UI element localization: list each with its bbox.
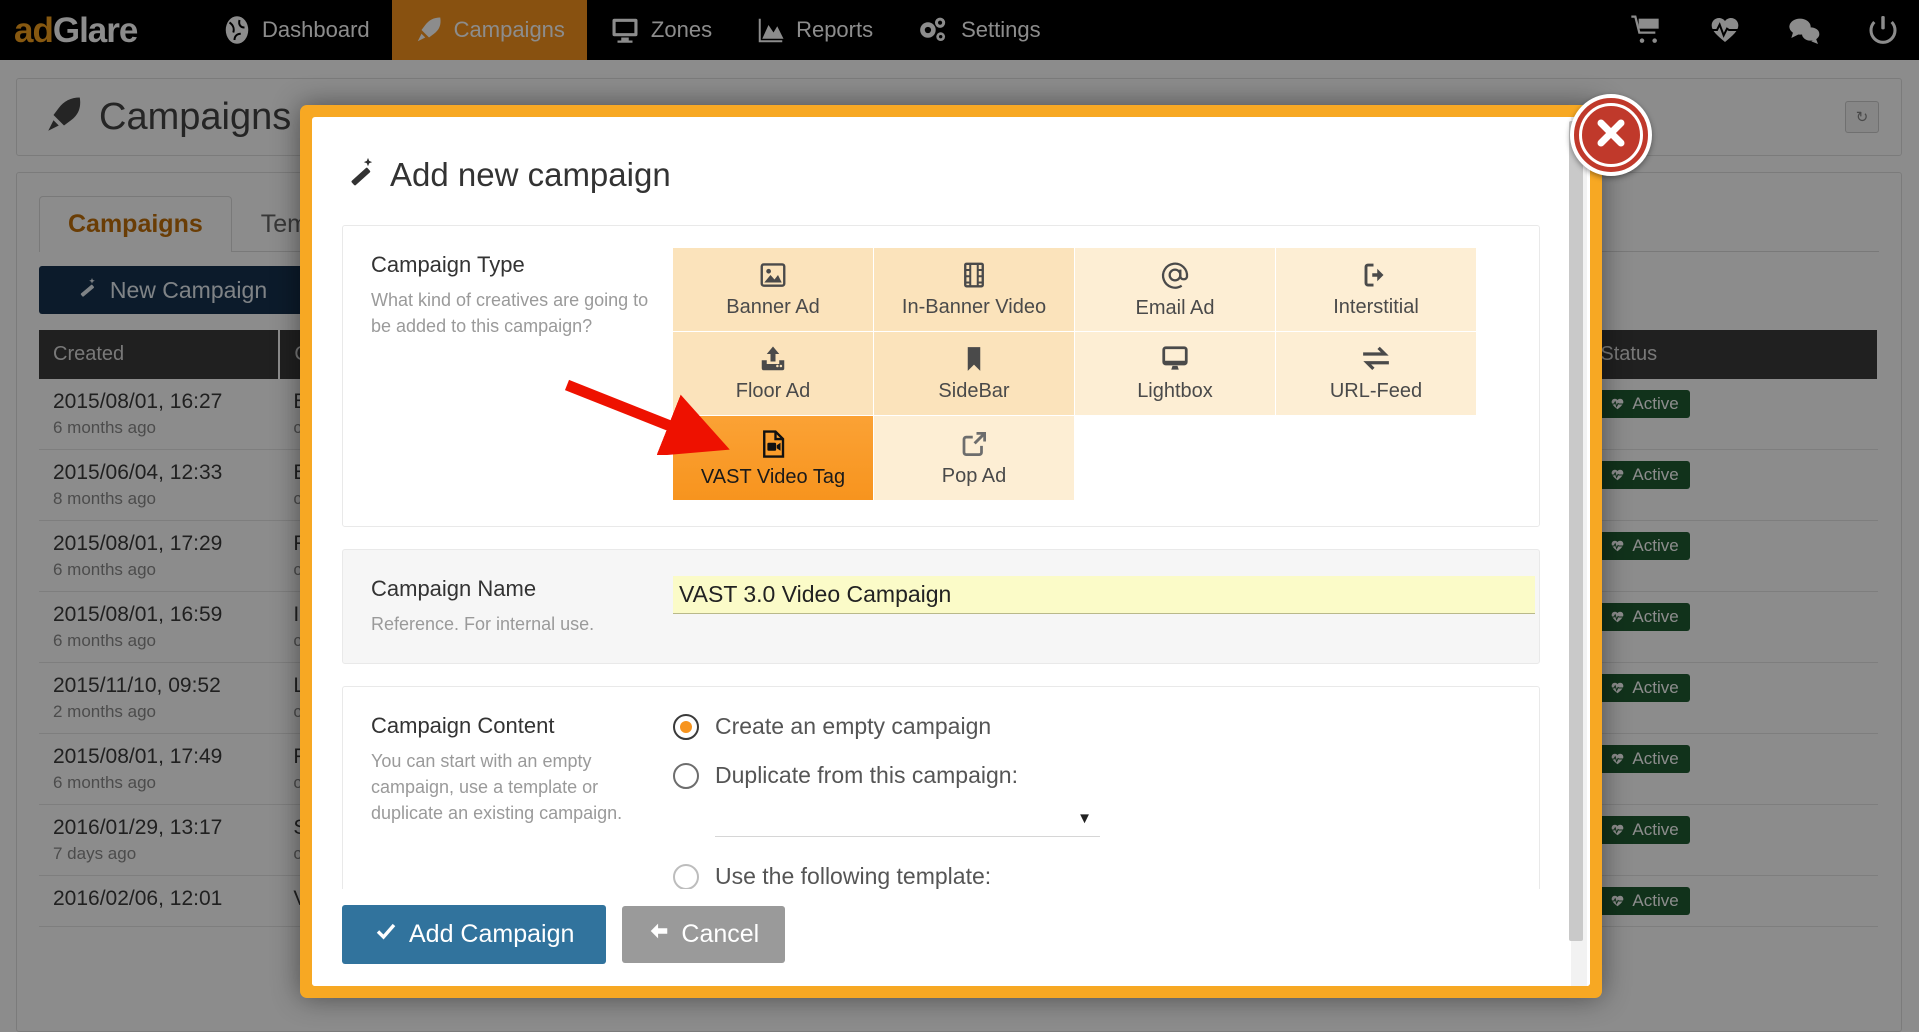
radio-create-empty[interactable]: Create an empty campaign [673, 713, 1511, 740]
film-icon [959, 260, 989, 290]
cancel-button[interactable]: Cancel [622, 906, 786, 963]
magic-wand-icon [346, 155, 378, 195]
radio-create-empty-label: Create an empty campaign [715, 713, 992, 740]
add-campaign-label: Add Campaign [409, 920, 575, 948]
campaign-type-option-label: SideBar [938, 380, 1010, 402]
close-modal-button[interactable] [1570, 94, 1652, 176]
duplicate-campaign-select[interactable]: ▼ [715, 799, 1100, 838]
arrow-left-icon [648, 920, 670, 949]
campaign-type-option-label: Floor Ad [735, 380, 811, 402]
add-campaign-button[interactable]: Add Campaign [342, 905, 607, 964]
modal-scrollbar-thumb[interactable] [1569, 121, 1583, 941]
campaign-type-option-label: Lightbox [1137, 380, 1213, 402]
picture-icon [758, 260, 788, 290]
close-button-ring [1579, 103, 1643, 167]
at-sign-icon [1159, 259, 1191, 291]
campaign-type-fieldset: Campaign Type What kind of creatives are… [342, 225, 1540, 527]
radio-duplicate-label: Duplicate from this campaign: [715, 762, 1018, 789]
check-icon [374, 919, 398, 950]
campaign-type-option-vast-video-tag[interactable]: VAST Video Tag [673, 416, 874, 500]
chevron-down-icon: ▼ [1077, 810, 1092, 828]
campaign-content-label: Campaign Content [371, 713, 555, 739]
radio-create-empty-input[interactable] [673, 713, 699, 740]
modal-footer: Add Campaign Cancel [312, 889, 1590, 986]
campaign-type-label-block: Campaign Type What kind of creatives are… [343, 252, 673, 500]
exchange-icon [1360, 344, 1392, 374]
file-video-icon [758, 428, 788, 460]
modal-title: Add new campaign [346, 155, 1540, 195]
campaign-type-option-email-ad[interactable]: Email Ad [1075, 248, 1276, 332]
upload-icon [758, 344, 788, 374]
campaign-name-input[interactable] [673, 576, 1535, 614]
campaign-name-label: Campaign Name [371, 576, 537, 601]
campaign-type-option-label: VAST Video Tag [700, 465, 846, 488]
campaign-type-option-floor-ad[interactable]: Floor Ad [673, 332, 874, 416]
cancel-label: Cancel [681, 920, 760, 948]
desktop-icon [1159, 344, 1191, 374]
radio-duplicate-input[interactable] [673, 762, 699, 789]
campaign-type-option-pop-ad[interactable]: Pop Ad [874, 416, 1075, 500]
campaign-type-option-label: Banner Ad [726, 296, 820, 318]
campaign-type-option-label: Interstitial [1333, 296, 1419, 318]
modal-title-text: Add new campaign [390, 156, 671, 193]
campaign-type-option-label: URL-Feed [1329, 380, 1423, 402]
radio-use-template-label: Use the following template: [715, 863, 992, 890]
campaign-content-description: You can start with an empty campaign, us… [371, 751, 623, 824]
modal-scroll-area: Add new campaign Campaign Type What kind… [312, 117, 1570, 986]
campaign-type-option-banner-ad[interactable]: Banner Ad [673, 248, 874, 332]
campaign-type-option-label: Pop Ad [941, 464, 1007, 487]
modal-scrollbar-track[interactable] [1569, 117, 1587, 986]
campaign-type-grid: Banner Ad In-Banner Video Email Ad Intersti… [673, 248, 1477, 500]
campaign-type-option-label: Email Ad [1135, 297, 1215, 319]
campaign-name-body [673, 576, 1563, 637]
campaign-type-option-interstitial[interactable]: Interstitial [1276, 248, 1477, 332]
campaign-type-label: Campaign Type [371, 252, 525, 277]
campaign-name-description: Reference. For internal use. [371, 614, 595, 634]
campaign-type-option-sidebar[interactable]: SideBar [874, 332, 1075, 416]
radio-use-template-input[interactable] [673, 863, 699, 890]
campaign-name-label-block: Campaign Name Reference. For internal us… [343, 576, 673, 637]
external-link-icon [959, 429, 989, 459]
campaign-type-option-in-banner-video[interactable]: In-Banner Video [874, 248, 1075, 332]
radio-duplicate[interactable]: Duplicate from this campaign: [673, 762, 1511, 789]
add-campaign-modal: Add new campaign Campaign Type What kind… [300, 105, 1602, 998]
sign-out-icon [1361, 260, 1391, 290]
campaign-type-option-label: In-Banner Video [901, 296, 1047, 318]
campaign-name-fieldset: Campaign Name Reference. For internal us… [342, 549, 1540, 665]
campaign-type-body: Banner Ad In-Banner Video Email Ad Intersti… [673, 248, 1539, 500]
campaign-type-description: What kind of creatives are going to be a… [371, 290, 649, 337]
bookmark-icon [959, 344, 989, 374]
radio-use-template[interactable]: Use the following template: [673, 863, 1511, 890]
campaign-type-option-lightbox[interactable]: Lightbox [1075, 332, 1276, 416]
campaign-type-option-url-feed[interactable]: URL-Feed [1276, 332, 1477, 416]
